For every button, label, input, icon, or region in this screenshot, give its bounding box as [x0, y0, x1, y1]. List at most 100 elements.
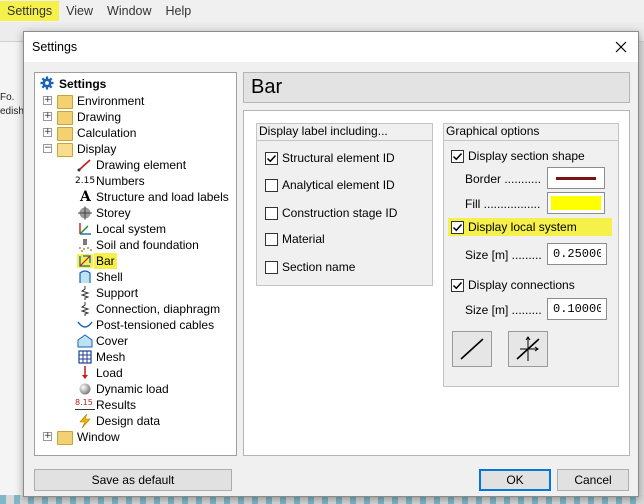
tree-item-post-tensioned-cables[interactable]: Post-tensioned cables	[35, 317, 236, 333]
option-display-section-shape[interactable]: Display section shape	[451, 149, 585, 163]
numbers-icon: 2.15	[75, 176, 96, 186]
option-display-local-system[interactable]: Display local system	[448, 218, 612, 236]
tree-label: Soil and foundation	[96, 238, 199, 252]
tree-item-connection-diaphragm[interactable]: Connection, diaphragm	[35, 301, 236, 317]
tree-item-bar[interactable]: Bar	[35, 253, 236, 269]
connections-size-input[interactable]	[547, 298, 607, 320]
tree-item-load[interactable]: Load	[35, 365, 236, 381]
checkmark-icon	[266, 154, 277, 162]
section-name-checkbox[interactable]	[265, 260, 278, 274]
settings-dialog: Settings Settings + Environment + Drawin…	[23, 31, 639, 497]
analytical-element-id-checkbox[interactable]	[265, 178, 278, 192]
structural-element-id-checkbox[interactable]	[265, 151, 278, 165]
border-color-picker[interactable]	[547, 167, 605, 189]
checkmark-icon	[452, 281, 463, 289]
checkbox-label: Construction stage ID	[282, 206, 398, 220]
tree-label: Connection, diaphragm	[96, 302, 221, 316]
tree-label: Mesh	[96, 350, 126, 364]
material-checkbox[interactable]	[265, 232, 278, 246]
option-structural-element-id[interactable]: Structural element ID	[265, 151, 395, 165]
menu-settings[interactable]: Settings	[0, 1, 60, 21]
tree-label: Display	[77, 142, 117, 156]
checkmark-icon	[452, 152, 463, 160]
graphical-options-group: Graphical options Display section shape …	[443, 123, 619, 387]
folder-icon	[57, 431, 73, 445]
expand-icon[interactable]: +	[43, 128, 52, 137]
menu-help[interactable]: Help	[159, 1, 199, 21]
display-connections-checkbox[interactable]	[451, 278, 464, 292]
tree-item-cover[interactable]: Cover	[35, 333, 236, 349]
tree-label: Bar	[94, 253, 117, 269]
fill-color-picker[interactable]	[547, 192, 605, 214]
expand-icon[interactable]: +	[43, 96, 52, 105]
tree-item-drawing-element[interactable]: Drawing element	[35, 157, 236, 173]
close-button[interactable]	[604, 32, 638, 62]
menu-window[interactable]: Window	[100, 1, 158, 21]
tree-item-soil-foundation[interactable]: Soil and foundation	[35, 237, 236, 253]
cancel-button[interactable]: Cancel	[557, 469, 629, 491]
save-as-default-button[interactable]: Save as default	[34, 469, 232, 491]
tree-label: Calculation	[77, 126, 137, 140]
tree-item-local-system[interactable]: Local system	[35, 221, 236, 237]
option-construction-stage-id[interactable]: Construction stage ID	[265, 206, 397, 220]
tree-item-numbers[interactable]: 2.15 Numbers	[35, 173, 236, 189]
tree-label: Window	[77, 430, 120, 444]
tree-item-structure-load-labels[interactable]: A Structure and load labels	[35, 189, 236, 205]
checkbox-label: Display section shape	[468, 149, 585, 163]
local-system-size-label: Size [m] .........	[465, 248, 542, 262]
folder-icon	[57, 95, 73, 109]
display-section-shape-checkbox[interactable]	[451, 149, 464, 163]
expand-icon[interactable]: +	[43, 432, 52, 441]
tree-item-display[interactable]: − Display	[35, 141, 236, 157]
panel-title: Bar	[251, 76, 283, 98]
support-icon	[80, 286, 90, 300]
tree-label: Storey	[96, 206, 131, 220]
menu-view[interactable]: View	[59, 1, 100, 21]
tree-item-window[interactable]: + Window	[35, 429, 236, 445]
tree-item-drawing[interactable]: + Drawing	[35, 109, 236, 125]
dialog-titlebar: Settings	[24, 32, 638, 62]
tree-item-dynamic-load[interactable]: Dynamic load	[35, 381, 236, 397]
tree-item-environment[interactable]: + Environment	[35, 93, 236, 109]
soil-icon	[79, 239, 92, 252]
connection-symbol-button[interactable]	[508, 331, 548, 367]
option-material[interactable]: Material	[265, 232, 325, 246]
dynamic-load-icon	[79, 383, 91, 395]
construction-stage-id-checkbox[interactable]	[265, 206, 278, 220]
checkbox-label: Display local system	[468, 220, 577, 234]
tree-item-mesh[interactable]: Mesh	[35, 349, 236, 365]
tree-label: Design data	[96, 414, 161, 428]
tree-item-settings[interactable]: Settings	[35, 76, 236, 93]
option-section-name[interactable]: Section name	[265, 260, 355, 274]
tree-label: Settings	[59, 77, 107, 91]
option-analytical-element-id[interactable]: Analytical element ID	[265, 178, 395, 192]
option-display-connections[interactable]: Display connections	[451, 278, 575, 292]
group-title: Graphical options	[446, 124, 540, 138]
mesh-icon	[78, 350, 92, 364]
expand-icon[interactable]: +	[43, 112, 52, 121]
drawing-element-icon	[77, 159, 91, 172]
local-system-icon	[79, 223, 91, 235]
tree-item-results[interactable]: 8.15 Results	[35, 397, 236, 413]
display-local-system-checkbox[interactable]	[451, 220, 464, 234]
tree-label: Drawing	[77, 110, 122, 124]
tree-item-design-data[interactable]: Design data	[35, 413, 236, 429]
ok-button[interactable]: OK	[479, 469, 551, 491]
lightning-icon	[79, 414, 91, 428]
tree-item-support[interactable]: Support	[35, 285, 236, 301]
tree-item-calculation[interactable]: + Calculation	[35, 125, 236, 141]
tree-label: Load	[96, 366, 123, 380]
line-style-button[interactable]	[452, 331, 492, 367]
tree-item-shell[interactable]: Shell	[35, 269, 236, 285]
settings-tree: Settings + Environment + Drawing + Calcu…	[34, 72, 237, 456]
local-system-size-input[interactable]	[547, 243, 607, 265]
tree-label: Structure and load labels	[96, 190, 229, 204]
tree-item-storey[interactable]: Storey	[35, 205, 236, 221]
collapse-icon[interactable]: −	[43, 144, 52, 153]
panel-heading: Bar	[243, 72, 630, 103]
tree-label: Numbers	[96, 174, 145, 188]
group-title: Display label including...	[259, 124, 388, 138]
tree-label: Drawing element	[96, 158, 187, 172]
border-label: Border ...........	[465, 172, 542, 186]
folder-icon	[57, 127, 73, 141]
